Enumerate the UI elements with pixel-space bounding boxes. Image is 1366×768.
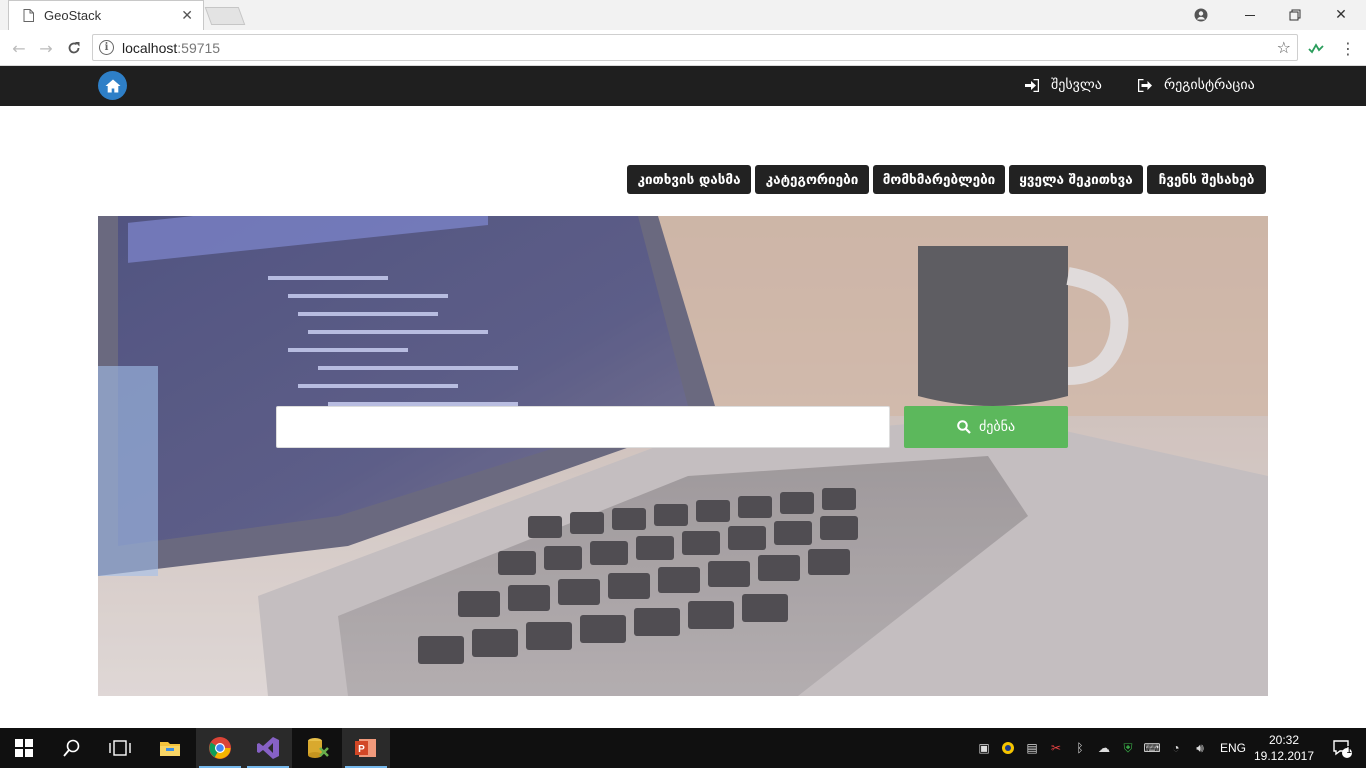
address-bar[interactable]: i localhost:59715 ☆ xyxy=(92,34,1298,61)
search-taskbar-icon[interactable] xyxy=(48,728,96,768)
visual-studio-icon[interactable] xyxy=(244,728,292,768)
all-questions-button[interactable]: ყველა შეკითხვა xyxy=(1009,165,1143,194)
bookmark-star-icon[interactable]: ☆ xyxy=(1277,38,1291,57)
database-tool-icon[interactable] xyxy=(294,728,342,768)
action-center-icon[interactable]: 1 xyxy=(1318,728,1366,768)
volume-icon[interactable]: 🔊︎ xyxy=(1190,738,1210,758)
home-button[interactable] xyxy=(98,71,127,100)
notification-count: 1 xyxy=(1345,745,1353,756)
ask-question-button[interactable]: კითხვის დასმა xyxy=(627,165,751,194)
tab-title: GeoStack xyxy=(44,8,102,23)
tray-norton-icon[interactable] xyxy=(998,738,1018,758)
close-tab-icon[interactable]: ✕ xyxy=(181,8,193,24)
sign-out-icon xyxy=(1138,78,1152,92)
search-button-label: ძებნა xyxy=(978,419,1016,435)
clock-date: 19.12.2017 xyxy=(1253,749,1315,763)
reload-icon[interactable] xyxy=(64,38,84,58)
profile-icon[interactable] xyxy=(1178,0,1224,30)
back-icon[interactable]: ← xyxy=(9,38,29,58)
register-link[interactable]: რეგისტრაცია xyxy=(1138,77,1255,93)
file-explorer-icon[interactable] xyxy=(146,728,194,768)
users-button[interactable]: მომხმარებლები xyxy=(873,165,1005,194)
windows-taskbar: P ▣ ▤ ✂ ᛒ ☁ ⛨ ⌨ ◔ 🔊︎ ENG 20:32 19.12.201… xyxy=(0,728,1366,768)
search-input[interactable] xyxy=(276,406,890,448)
categories-button[interactable]: კატეგორიები xyxy=(755,165,869,194)
url-text: localhost:59715 xyxy=(122,39,221,56)
bluetooth-icon[interactable]: ᛒ xyxy=(1070,738,1090,758)
system-tray: ▣ ▤ ✂ ᛒ ☁ ⛨ ⌨ ◔ 🔊︎ ENG xyxy=(972,728,1246,768)
task-view-icon[interactable] xyxy=(96,728,144,768)
tray-tool-icon[interactable]: ✂ xyxy=(1046,738,1066,758)
search-icon xyxy=(957,420,971,434)
site-navbar: შესვლა რეგისტრაცია xyxy=(0,66,1366,106)
info-icon[interactable]: i xyxy=(99,40,114,55)
clock-time: 20:32 xyxy=(1268,733,1300,747)
sign-in-icon xyxy=(1025,78,1039,92)
svg-text:P: P xyxy=(358,744,365,755)
keyboard-icon[interactable]: ⌨ xyxy=(1142,738,1162,758)
laptop-background-image xyxy=(98,216,1268,696)
wifi-icon[interactable]: ◔ xyxy=(1166,738,1186,758)
defender-icon[interactable]: ⛨ xyxy=(1118,738,1138,758)
language-indicator[interactable]: ENG xyxy=(1220,741,1246,755)
restore-icon[interactable] xyxy=(1272,0,1318,30)
browser-toolbar: ← → i localhost:59715 ☆ ⋮ xyxy=(0,30,1366,66)
powerpoint-icon[interactable]: P xyxy=(342,728,390,768)
extension-icon[interactable] xyxy=(1306,38,1326,58)
page-icon xyxy=(23,9,34,22)
new-tab-button[interactable] xyxy=(204,7,246,25)
close-window-icon[interactable]: ✕ xyxy=(1318,0,1364,30)
login-link[interactable]: შესვლა xyxy=(1025,77,1102,93)
start-icon[interactable] xyxy=(0,728,48,768)
search-button[interactable]: ძებნა xyxy=(904,406,1068,448)
browser-tab-strip: GeoStack ✕ ✕ xyxy=(0,0,1366,30)
forward-icon[interactable]: → xyxy=(36,38,56,58)
minimize-icon[interactable] xyxy=(1227,0,1273,30)
tray-app-icon[interactable]: ▣ xyxy=(974,738,994,758)
register-label: რეგისტრაცია xyxy=(1164,77,1255,93)
onedrive-icon[interactable]: ☁ xyxy=(1094,738,1114,758)
browser-tab[interactable]: GeoStack ✕ xyxy=(8,0,204,30)
login-label: შესვლა xyxy=(1051,77,1102,93)
chrome-taskbar-icon[interactable] xyxy=(196,728,244,768)
clock[interactable]: 20:32 19.12.2017 xyxy=(1248,732,1320,764)
menu-icon[interactable]: ⋮ xyxy=(1338,38,1358,58)
home-icon xyxy=(105,79,120,92)
hero-banner: ძებნა xyxy=(98,216,1268,696)
about-us-button[interactable]: ჩვენს შესახებ xyxy=(1147,165,1266,194)
tray-display-icon[interactable]: ▤ xyxy=(1022,738,1042,758)
